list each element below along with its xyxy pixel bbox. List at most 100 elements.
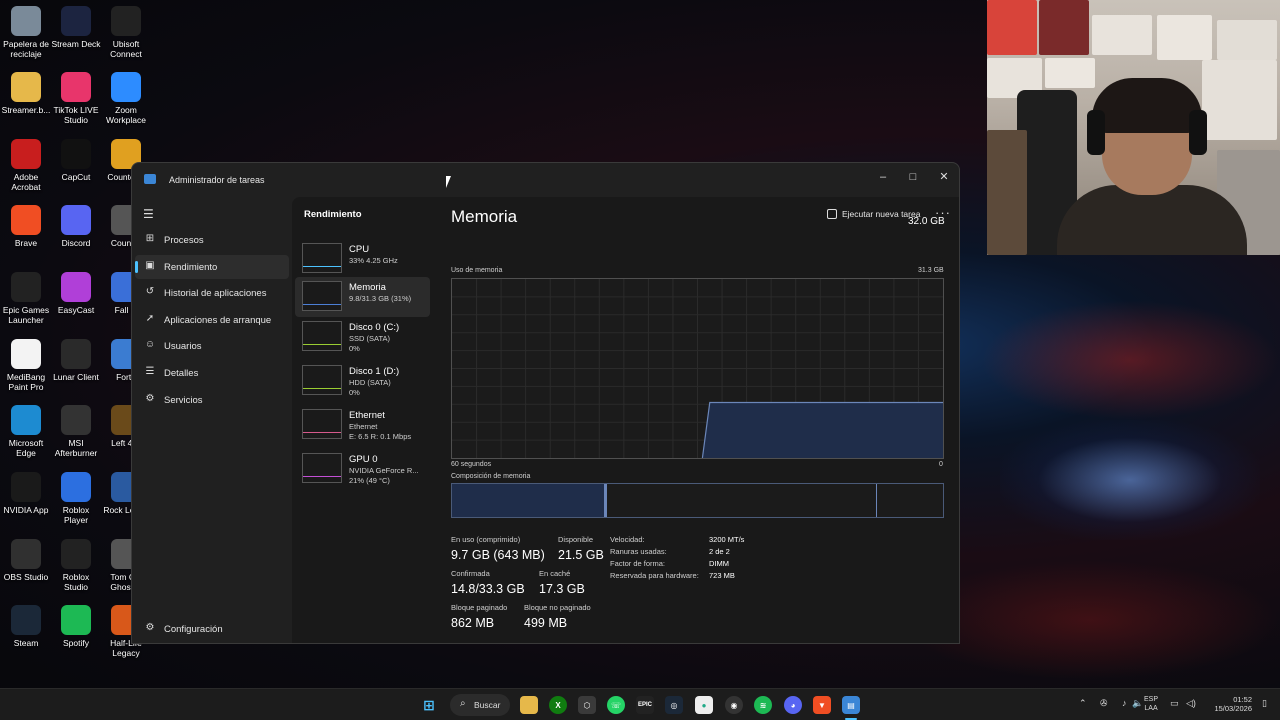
memory-title: Memoria: [451, 207, 518, 226]
sidebar-item-details[interactable]: ☰ Detalles: [135, 361, 289, 385]
perf-item-detail-2: E: 6.5 R: 0.1 Mbps: [349, 432, 412, 441]
chrome-icon[interactable]: ●: [695, 696, 713, 714]
perf-item-detail: Ethernet: [349, 422, 378, 431]
desktop-icon-epic-games[interactable]: Epic Games Launcher: [0, 272, 52, 325]
desktop-icon-label: Streamer.b...: [1, 105, 51, 115]
chevron-up-icon[interactable]: ⌃: [1079, 698, 1087, 709]
memory-usage-area: [702, 402, 943, 458]
composition-modified[interactable]: [605, 484, 607, 517]
microphone-icon[interactable]: ♪: [1122, 698, 1127, 708]
taskbar: ⊞ ⌕ Buscar X ⬡ ☏ EPIC ◎ ● ◉ ≋ ◕ ▼ ▤ ⌃ ✇ …: [0, 688, 1280, 720]
desktop-icon-stream-deck[interactable]: Stream Deck: [50, 6, 102, 49]
cached-value: 17.3 GB: [539, 582, 585, 596]
perf-item-disco-0-c[interactable]: Disco 0 (C:) SSD (SATA) 0%: [295, 317, 430, 357]
composition-standby[interactable]: [876, 484, 877, 517]
desktop-icon-folder[interactable]: Streamer.b...: [0, 72, 52, 115]
brave-taskbar-icon[interactable]: ▼: [813, 696, 831, 714]
perf-item-disco-1-d[interactable]: Disco 1 (D:) HDD (SATA) 0%: [295, 361, 430, 401]
perf-item-detail-2: 21% (49 °C): [349, 476, 390, 485]
desktop-icon-roblox[interactable]: Roblox Player: [50, 472, 102, 525]
desktop-icon-brave[interactable]: Brave: [0, 205, 52, 248]
desktop-icon-label: Discord: [61, 238, 91, 248]
task-manager-window: Administrador de tareas – □ ✕ ☰ ⊞ Proceso…: [131, 162, 960, 644]
desktop-icon-ubisoft[interactable]: Ubisoft Connect: [100, 6, 152, 59]
desktop-icon-medibang[interactable]: MediBang Paint Pro: [0, 339, 52, 392]
title-bar[interactable]: Administrador de tareas – □ ✕: [132, 163, 959, 197]
perf-item-cpu[interactable]: CPU 33% 4.25 GHz: [295, 239, 430, 279]
desktop-icon-discord[interactable]: Discord: [50, 205, 102, 248]
whatsapp-icon[interactable]: ☏: [607, 696, 625, 714]
graph-time-label: 60 segundos: [451, 461, 492, 468]
language-code: ESP: [1144, 696, 1159, 703]
sidebar-item-label: Historial de aplicaciones: [164, 288, 267, 300]
sidebar-item-users[interactable]: ☺ Usuarios: [135, 334, 289, 358]
desktop-icon-edge[interactable]: Microsoft Edge: [0, 405, 52, 458]
discord-taskbar-icon[interactable]: ◕: [784, 696, 802, 714]
close-button[interactable]: ✕: [929, 167, 959, 187]
task-manager-taskbar-icon[interactable]: ▤: [842, 696, 860, 714]
services-icon: ⚙: [145, 392, 155, 404]
language-indicator[interactable]: ESP LAA: [1144, 695, 1158, 713]
speaker-icon[interactable]: ◁): [1186, 698, 1196, 709]
desktop-icon-afterburner[interactable]: MSI Afterburner: [50, 405, 102, 458]
desktop-icon-capcut[interactable]: CapCut: [50, 139, 102, 182]
clock-date: 15/03/2026: [1214, 704, 1252, 713]
mini-graph: [302, 281, 342, 311]
mini-graph-line: [303, 266, 341, 267]
sidebar-item-settings[interactable]: ⚙ Configuración: [135, 617, 289, 641]
desktop-icon-steam[interactable]: Steam: [0, 605, 52, 648]
windows-start-icon[interactable]: ⊞: [420, 696, 438, 714]
steam-taskbar-icon[interactable]: ◎: [665, 696, 683, 714]
perf-item-gpu-0[interactable]: GPU 0 NVIDIA GeForce R... 21% (49 °C): [295, 449, 430, 489]
perf-item-ethernet[interactable]: Ethernet Ethernet E: 6.5 R: 0.1 Mbps: [295, 405, 430, 445]
sidebar-item-processes[interactable]: ⊞ Procesos: [135, 228, 289, 252]
sidebar-item-performance[interactable]: ▣ Rendimiento: [135, 254, 289, 279]
perf-item-detail-2: 0%: [349, 344, 360, 353]
network-icon[interactable]: ▭: [1170, 698, 1179, 709]
desktop-icon-obs[interactable]: OBS Studio: [0, 539, 52, 582]
epic-games-taskbar-icon[interactable]: EPIC: [636, 696, 654, 714]
xbox-icon[interactable]: X: [549, 696, 567, 714]
easycast-icon: [61, 272, 91, 302]
desktop-icon-spotify[interactable]: Spotify: [50, 605, 102, 648]
desktop-icon-label: Brave: [14, 238, 38, 248]
minimize-button[interactable]: –: [868, 167, 898, 187]
desktop-icon-acrobat[interactable]: Adobe Acrobat: [0, 139, 52, 192]
memory-graph-svg: [452, 279, 943, 459]
composition-in-use[interactable]: [452, 484, 605, 517]
acrobat-icon: [11, 139, 41, 169]
perf-item-memoria[interactable]: Memoria 9.8/31.3 GB (31%): [295, 277, 430, 317]
window-title: Administrador de tareas: [169, 175, 265, 185]
desktop-icon-tiktok[interactable]: TikTok LIVE Studio: [50, 72, 102, 125]
desktop-icon-recycle-bin[interactable]: Papelera de reciclaje: [0, 6, 52, 59]
nonpaged-pool-label: Bloque no paginado: [524, 603, 591, 612]
sidebar-item-startup[interactable]: ➚ Aplicaciones de arranque: [135, 308, 289, 332]
tray-app-icon[interactable]: ✇: [1100, 698, 1108, 709]
maximize-button[interactable]: □: [898, 167, 928, 187]
system-clock[interactable]: 01:52 15/03/2026: [1206, 695, 1252, 713]
perf-item-detail: HDD (SATA): [349, 378, 391, 387]
notifications-icon[interactable]: ▯: [1262, 698, 1267, 709]
desktop-icon-zoom[interactable]: Zoom Workplace: [100, 72, 152, 125]
ubisoft-icon: [111, 6, 141, 36]
sidebar-item-label: Procesos: [164, 235, 204, 246]
desktop-icon-label: MediBang Paint Pro: [6, 372, 46, 392]
desktop-icon-nvidia[interactable]: NVIDIA App: [0, 472, 52, 515]
in-use-value: 9.7 GB (643 MB): [451, 548, 545, 562]
obs-taskbar-icon[interactable]: ◉: [725, 696, 743, 714]
taskbar-search[interactable]: ⌕ Buscar: [450, 694, 510, 716]
graph-time-end: 0: [939, 461, 943, 468]
spotify-taskbar-icon[interactable]: ≋: [754, 696, 772, 714]
app-icon[interactable]: ⬡: [578, 696, 596, 714]
sidebar-item-services[interactable]: ⚙ Servicios: [135, 388, 289, 412]
desktop-icon-easycast[interactable]: EasyCast: [50, 272, 102, 315]
desktop-icon-roblox-studio[interactable]: Roblox Studio: [50, 539, 102, 592]
desktop-icon-label: OBS Studio: [3, 572, 49, 582]
volume-icon[interactable]: 🔈: [1132, 698, 1143, 709]
folder-icon: [11, 72, 41, 102]
run-new-task-button[interactable]: Ejecutar nueva tarea: [827, 209, 920, 219]
desktop-icon-lunar-client[interactable]: Lunar Client: [50, 339, 102, 382]
sidebar-item-history[interactable]: ↺ Historial de aplicaciones: [135, 281, 289, 305]
hamburger-menu-icon[interactable]: ☰: [143, 208, 155, 220]
file-explorer-icon[interactable]: [520, 696, 538, 714]
